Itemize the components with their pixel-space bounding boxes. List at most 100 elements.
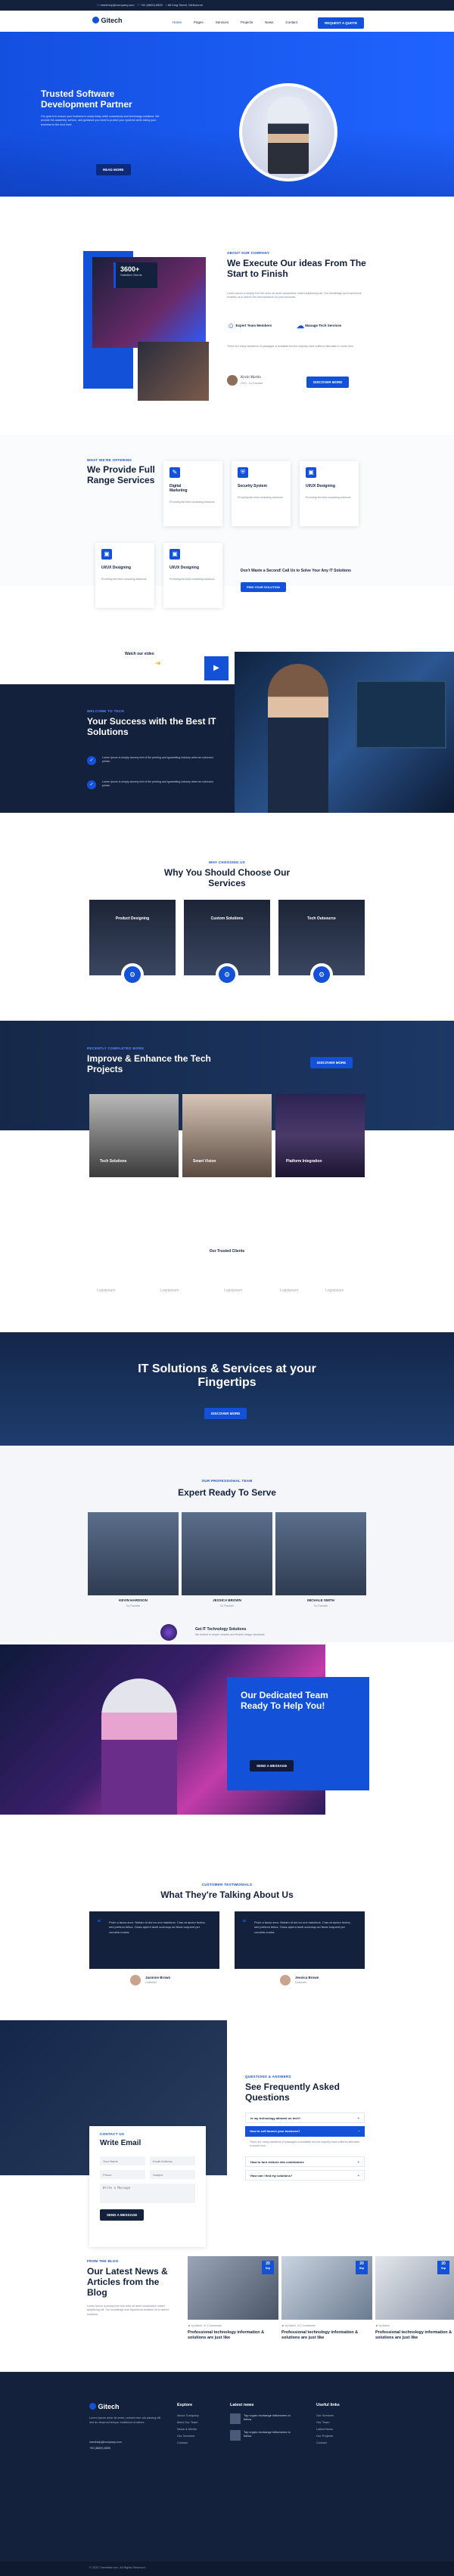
- service-text: Providing the best consulting solutions: [306, 496, 351, 499]
- phone-icon: ✆: [136, 3, 140, 7]
- project-card[interactable]: Tech Solutions: [89, 1094, 179, 1177]
- blog-card[interactable]: 20 Sep ☻ by Admin Professional technology…: [375, 2256, 454, 2362]
- client-logo[interactable]: Logoipsum: [97, 1288, 115, 1293]
- subject-field[interactable]: [150, 2170, 195, 2179]
- blog-author: by Admin: [285, 2324, 297, 2327]
- blog-text: Lorem ipsum is simply free text dolor si…: [87, 2305, 169, 2316]
- client-logo[interactable]: Logoipsum: [280, 1288, 298, 1293]
- footer-link[interactable]: Contact: [316, 2441, 327, 2444]
- blog-author: by Admin: [191, 2324, 203, 2327]
- footer-link[interactable]: Our Services: [316, 2413, 334, 2417]
- signature-role: CEO - Co Founder: [241, 382, 263, 385]
- faq-item[interactable]: Is my technology allowed on tech? +: [245, 2113, 365, 2123]
- feature-manage-tech: ☁ Manage Tech Services: [297, 322, 357, 330]
- blog-post-title[interactable]: Professional technology information & so…: [281, 2330, 372, 2341]
- project-card[interactable]: Platform Integration: [275, 1094, 365, 1177]
- service-card[interactable]: ▣ UI/UX Designing Providing the best con…: [300, 461, 359, 526]
- footer-link[interactable]: About Company: [177, 2413, 199, 2417]
- project-title: Tech Solutions: [100, 1159, 127, 1164]
- video-arrow: ➜: [155, 659, 161, 667]
- why-card-icon: ⚙: [121, 963, 144, 986]
- footer-logo[interactable]: Gitech: [89, 2403, 120, 2410]
- email-field[interactable]: [150, 2156, 195, 2165]
- service-card[interactable]: ▣ UI/UX Designing Providing the best con…: [95, 543, 154, 608]
- services-section: [0, 435, 454, 586]
- service-text: Providing the best consulting solutions: [169, 501, 215, 504]
- faq-kicker: QUESTIONS & ANSWERS: [245, 2075, 291, 2078]
- nav-projects[interactable]: Projects: [241, 20, 253, 24]
- service-name: Security System: [238, 484, 267, 488]
- footer-link[interactable]: Our Services: [177, 2434, 194, 2438]
- nav-news[interactable]: News: [265, 20, 273, 24]
- footer-link[interactable]: News & Media: [177, 2427, 197, 2431]
- find-solution-button[interactable]: FIND YOUR SOLUTION: [241, 582, 286, 592]
- team-member-role: Co Founder: [313, 1604, 328, 1607]
- client-logo[interactable]: Logoipsum: [224, 1288, 242, 1293]
- video-dark-panel: [0, 684, 235, 813]
- copyright: © 2023 Themeflat.com. All Rights Reserve…: [89, 2566, 146, 2569]
- message-field[interactable]: [100, 2184, 195, 2203]
- team-photo[interactable]: [88, 1512, 179, 1595]
- faq-item[interactable]: How to turn visitors into contributors +: [245, 2156, 365, 2167]
- footer-link[interactable]: Our Projects: [316, 2434, 333, 2438]
- logo[interactable]: Gitech: [92, 17, 123, 24]
- team-photo[interactable]: [275, 1512, 366, 1595]
- nav-services[interactable]: Services: [216, 20, 229, 24]
- footer-news-item[interactable]: Top crypto exchange influencers to follo…: [244, 2430, 291, 2438]
- logo-icon: [89, 2403, 96, 2410]
- topbar-phone[interactable]: +92 (8800) 8800: [140, 3, 162, 7]
- service-text: Providing the best consulting solutions: [238, 496, 283, 499]
- blog-month: Sep: [359, 2266, 365, 2270]
- blog-post-title[interactable]: Professional technology information & so…: [188, 2330, 278, 2341]
- blog-card[interactable]: 20 Sep ☻ by Admin ✉ 2 Comments Profession…: [281, 2256, 372, 2362]
- service-card[interactable]: ⛨ Security System Providing the best con…: [232, 461, 291, 526]
- footer-phone[interactable]: +92 (8800) 6890: [89, 2447, 110, 2450]
- project-card[interactable]: Smart Vision: [182, 1094, 272, 1177]
- footer-link[interactable]: Meet Our Team: [177, 2420, 198, 2424]
- contact-send-button[interactable]: SEND A MESSAGE: [100, 2209, 145, 2221]
- design-icon: ▣: [101, 549, 112, 560]
- footer-email[interactable]: needhelp@company.com: [89, 2441, 122, 2444]
- client-logo[interactable]: Logoipsum: [160, 1288, 179, 1293]
- nav-pages[interactable]: Pages: [194, 20, 204, 24]
- topbar-email[interactable]: needhelp@company.com: [100, 3, 134, 7]
- nav-contact[interactable]: Contact: [285, 20, 297, 24]
- footer-news-item[interactable]: Top crypto exchange influencers to follo…: [244, 2413, 291, 2422]
- team-photo[interactable]: [182, 1512, 272, 1595]
- plus-icon: +: [357, 2160, 359, 2164]
- faq-item-active[interactable]: How to soft launch your business? −: [245, 2126, 365, 2137]
- why-card-title: Tech Outsource: [307, 916, 336, 921]
- play-button[interactable]: ▶: [204, 656, 229, 680]
- team-cta-icon: [160, 1624, 177, 1641]
- request-quote-button[interactable]: REQUEST A QUOTE: [318, 17, 365, 29]
- service-card[interactable]: ▣ UI/UX Designing Providing the best con…: [163, 543, 222, 608]
- send-message-button[interactable]: SEND A MESSAGE: [250, 1760, 294, 1772]
- phone-field[interactable]: [100, 2170, 145, 2179]
- about-text-2: There are many variations of passages of…: [227, 345, 355, 348]
- nav-home[interactable]: Home: [173, 20, 182, 24]
- hero-read-more-button[interactable]: READ MORE: [96, 164, 131, 175]
- main-nav: Home Pages Services Projects News Contac…: [173, 20, 297, 25]
- blog-comments: 2 Comments: [206, 2324, 222, 2327]
- client-logo[interactable]: Logoipsum: [325, 1288, 344, 1293]
- banner-title: IT Solutions & Services at your Fingerti…: [138, 1362, 316, 1390]
- service-card[interactable]: ✎ Digital Marketing Providing the best c…: [163, 461, 222, 526]
- testimonials-kicker: CUSTOMER TESTIMONIALS: [201, 1883, 253, 1886]
- banner-discover-button[interactable]: DISCOVER MORE: [204, 1408, 247, 1419]
- cloud-icon: ☁: [297, 322, 304, 330]
- blog-card[interactable]: 20 Sep ☻ by Admin ✉ 2 Comments Profession…: [188, 2256, 278, 2362]
- blog-post-title[interactable]: Professional technology information & so…: [375, 2330, 454, 2341]
- footer-link[interactable]: Our Team: [316, 2420, 330, 2424]
- top-bar: [0, 0, 454, 11]
- projects-discover-button[interactable]: DISCOVER MORE: [310, 1057, 353, 1068]
- faq-item[interactable]: How can I find my solutions? +: [245, 2170, 365, 2181]
- discover-more-button[interactable]: DISCOVER MORE: [306, 377, 350, 388]
- footer-link[interactable]: Contact: [177, 2441, 188, 2444]
- testimonial-card: ❝ Proin a lacus arcu. Nullam id dui eu o…: [89, 1911, 219, 1969]
- service-text: Providing the best consulting solutions: [169, 578, 215, 581]
- team-kicker: OUR PROFESSIONAL TEAM: [201, 1479, 253, 1483]
- video-label: Watch our video: [125, 652, 154, 656]
- faq-question: How to turn visitors into contributors: [250, 2160, 304, 2164]
- name-field[interactable]: [100, 2156, 145, 2165]
- footer-link[interactable]: Latest News: [316, 2427, 333, 2431]
